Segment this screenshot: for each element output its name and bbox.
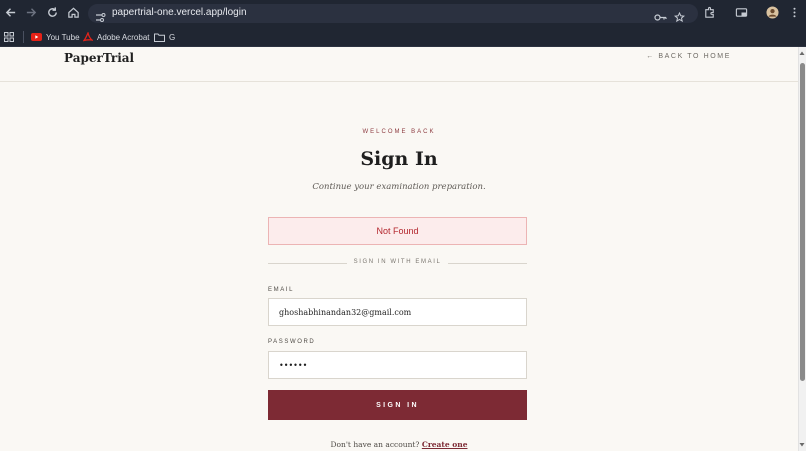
extensions-icon[interactable] [703,6,717,20]
page-subtitle: Continue your examination preparation. [312,182,486,192]
page-title: Sign In [360,148,438,170]
profile-avatar[interactable] [766,6,780,20]
bookmark-acrobat[interactable]: Adobe Acrobat [83,30,149,44]
email-field[interactable]: ghoshabhinandan32@gmail.com [268,298,527,326]
reload-icon[interactable] [46,6,60,20]
bookmarks-bar: You Tube Adobe Acrobat G [0,27,806,47]
forward-arrow-icon[interactable] [25,6,39,20]
bookmark-folder-g[interactable]: G [154,30,175,44]
password-key-icon[interactable] [654,8,667,21]
url-text: papertrial-one.vercel.app/login [112,7,247,18]
site-header: PaperTrial ← BACK TO HOME [0,47,798,82]
bookmark-separator [23,31,24,43]
error-alert: Not Found [268,217,527,245]
youtube-icon [31,33,42,41]
site-logo[interactable]: PaperTrial [64,51,134,65]
back-arrow-icon[interactable] [4,6,18,20]
sign-in-button[interactable]: SIGN IN [268,390,527,420]
browser-toolbar: papertrial-one.vercel.app/login [0,0,806,27]
divider-label: SIGN IN WITH EMAIL [353,259,442,265]
site-settings-icon[interactable] [95,8,106,22]
signup-prompt: Don't have an account? Create one [0,440,798,449]
cast-icon[interactable] [735,6,749,20]
bookmark-label: You Tube [46,32,80,42]
bookmark-label: G [169,32,176,42]
folder-icon [154,33,165,42]
bookmark-label: Adobe Acrobat [97,32,150,42]
scroll-up-arrow-icon[interactable] [799,50,805,56]
menu-dots-icon[interactable] [788,6,802,20]
signup-prompt-text: Don't have an account? [330,440,420,449]
scroll-down-arrow-icon[interactable] [799,442,805,448]
create-account-link[interactable]: Create one [422,440,468,449]
email-label: EMAIL [268,287,295,293]
password-field[interactable]: •••••• [268,351,527,379]
welcome-eyebrow: WELCOME BACK [362,129,436,135]
bookmark-youtube[interactable]: You Tube [31,30,80,44]
scrollbar-thumb[interactable] [800,63,805,381]
home-icon[interactable] [67,6,81,20]
apps-grid-icon[interactable] [4,30,14,44]
acrobat-icon [83,32,93,42]
back-to-home-link[interactable]: ← BACK TO HOME [646,53,731,60]
address-bar[interactable]: papertrial-one.vercel.app/login [88,4,698,23]
bookmark-star-icon[interactable] [673,8,686,23]
password-label: PASSWORD [268,339,316,345]
